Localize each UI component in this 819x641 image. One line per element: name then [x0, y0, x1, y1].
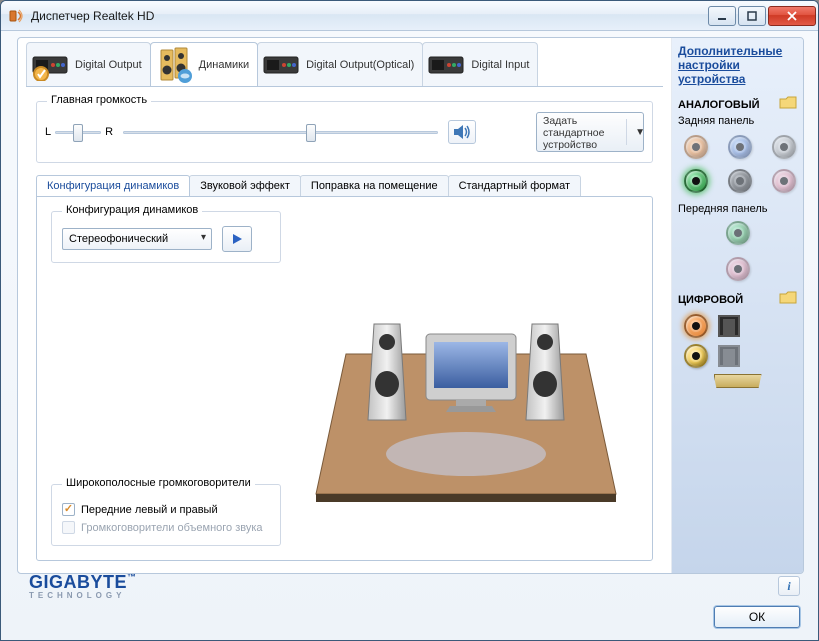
jack-front-mic[interactable]: [726, 257, 750, 281]
advanced-settings-link[interactable]: Дополнительные настройки устройства: [678, 44, 797, 86]
titlebar: Диспетчер Realtek HD: [1, 1, 818, 31]
digital-section-header: ЦИФРОВОЙ: [678, 291, 797, 308]
rear-panel-label: Задняя панель: [678, 115, 797, 127]
jack-spdif-in[interactable]: [684, 344, 708, 368]
chevron-down-icon: ▼: [635, 127, 645, 139]
tab-default-format[interactable]: Стандартный формат: [448, 175, 581, 196]
brand-logo: GIGABYTE™ TECHNOLOGY: [29, 572, 137, 600]
set-default-device-button[interactable]: Задать стандартное устройство ▼: [536, 112, 644, 152]
test-play-button[interactable]: [222, 226, 252, 252]
balance-right-label: R: [105, 126, 113, 138]
speakers-icon: [155, 47, 195, 83]
speaker-config-group: Конфигурация динамиков Стереофонический: [51, 211, 281, 263]
checkbox-icon: [62, 521, 75, 534]
surround-checkbox-row: Громкоговорители объемного звука: [62, 521, 270, 535]
digital-in-row: [684, 344, 797, 368]
tab-digital-output-optical[interactable]: Digital Output(Optical): [257, 42, 423, 86]
audio-device-icon: [31, 47, 71, 83]
jack-mic[interactable]: [772, 169, 796, 193]
front-jacks: [678, 221, 797, 281]
master-volume-label: Главная громкость: [47, 94, 151, 106]
surround-label: Громкоговорители объемного звука: [81, 521, 263, 535]
config-tabs: Конфигурация динамиков Звуковой эффект П…: [36, 175, 653, 196]
jack-front-out[interactable]: [684, 169, 708, 193]
tab-label: Digital Input: [471, 59, 529, 71]
analog-section-header: АНАЛОГОВЫЙ: [678, 96, 797, 113]
device-tabs: Digital Output Динамики: [18, 38, 671, 86]
speaker-icon: [452, 123, 472, 141]
minimize-button[interactable]: [708, 6, 736, 26]
window-controls: [706, 6, 816, 26]
fullrange-group: Широкополосные громкоговорители Передние…: [51, 484, 281, 546]
fullrange-label: Широкополосные громкоговорители: [62, 477, 255, 489]
config-panel: Конфигурация динамиков Стереофонический: [36, 196, 653, 561]
tab-digital-input[interactable]: Digital Input: [422, 42, 538, 86]
optical-out-icon[interactable]: [718, 315, 740, 337]
hdmi-connector-icon[interactable]: [714, 374, 762, 388]
tab-room-correction[interactable]: Поправка на помещение: [300, 175, 449, 196]
ok-button[interactable]: ОК: [714, 606, 800, 628]
front-lr-label: Передние левый и правый: [81, 503, 218, 517]
app-icon: [9, 8, 25, 24]
front-lr-checkbox-row[interactable]: Передние левый и правый: [62, 503, 270, 517]
maximize-button[interactable]: [738, 6, 766, 26]
jack-side[interactable]: [772, 135, 796, 159]
folder-icon[interactable]: [779, 96, 797, 113]
tab-label: Динамики: [199, 59, 249, 71]
balance-slider[interactable]: [55, 122, 101, 142]
tab-sound-effect[interactable]: Звуковой эффект: [189, 175, 301, 196]
tab-speaker-config[interactable]: Конфигурация динамиков: [36, 175, 190, 196]
jack-spdif-out[interactable]: [684, 314, 708, 338]
play-icon: [230, 232, 244, 246]
tab-label: Digital Output(Optical): [306, 59, 414, 71]
master-volume-group: Главная громкость L R: [36, 101, 653, 163]
app-window: Диспетчер Realtek HD: [0, 0, 819, 641]
jack-front-headphone[interactable]: [726, 221, 750, 245]
rear-jacks: [684, 135, 797, 193]
window-title: Диспетчер Realtek HD: [31, 9, 706, 23]
optical-in-icon[interactable]: [718, 345, 740, 367]
volume-slider[interactable]: [123, 122, 438, 142]
speaker-config-label: Конфигурация динамиков: [62, 204, 202, 216]
tab-speakers[interactable]: Динамики: [150, 42, 258, 86]
info-button[interactable]: i: [778, 576, 800, 596]
balance-left-label: L: [45, 126, 51, 138]
audio-device-icon: [427, 47, 467, 83]
main-panel: Digital Output Динамики: [17, 37, 804, 574]
speaker-config-dropdown[interactable]: Стереофонический: [62, 228, 212, 250]
config-column: Конфигурация динамиков Стереофонический: [51, 211, 281, 546]
front-panel-label: Передняя панель: [678, 203, 797, 215]
window-body: Digital Output Динамики: [1, 31, 818, 640]
tab-label: Digital Output: [75, 59, 142, 71]
digital-out-row: [684, 314, 797, 338]
left-column: Digital Output Динамики: [18, 38, 671, 573]
close-button[interactable]: [768, 6, 816, 26]
room-illustration: [293, 211, 638, 546]
folder-icon[interactable]: [779, 291, 797, 308]
checkbox-checked-icon: [62, 503, 75, 516]
right-column: Дополнительные настройки устройства АНАЛ…: [671, 38, 803, 573]
jack-center-sub[interactable]: [684, 135, 708, 159]
jack-rear[interactable]: [728, 169, 752, 193]
mute-button[interactable]: [448, 120, 476, 144]
audio-device-icon: [262, 47, 302, 83]
tab-digital-output[interactable]: Digital Output: [26, 42, 151, 86]
balance-control: L R: [45, 122, 113, 142]
jack-line-in[interactable]: [728, 135, 752, 159]
footer: GIGABYTE™ TECHNOLOGY i ОК: [3, 576, 816, 636]
